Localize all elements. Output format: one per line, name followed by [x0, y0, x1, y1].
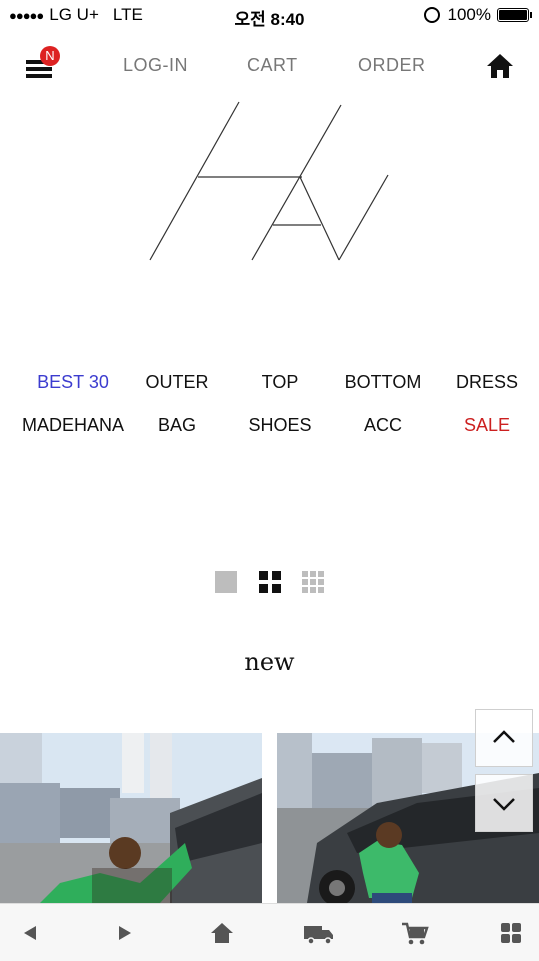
category-bottom[interactable]: BOTTOM [331, 372, 435, 393]
forward-button[interactable] [110, 918, 140, 948]
order-link[interactable]: ORDER [358, 55, 426, 76]
menu-button[interactable]: N [26, 46, 60, 78]
home-button[interactable] [486, 52, 514, 80]
menu-icon-bar [26, 74, 52, 78]
category-acc[interactable]: ACC [331, 415, 435, 436]
back-icon [24, 926, 36, 940]
category-outer[interactable]: OUTER [125, 372, 229, 393]
arrow-down-icon [493, 798, 515, 811]
category-shoes[interactable]: SHOES [228, 415, 332, 436]
battery-percent: 100% [447, 5, 491, 24]
status-right: 100% [423, 5, 532, 25]
product-photo [0, 733, 262, 903]
home-icon [487, 54, 513, 78]
notification-badge: N [40, 46, 60, 66]
status-bar: ●●●●● LG U+ LTE 오전 8:40 100% [0, 0, 539, 30]
apps-button[interactable] [496, 918, 526, 948]
category-best30[interactable]: BEST 30 [21, 372, 125, 393]
grid-2-view-button[interactable] [259, 571, 281, 593]
top-nav: N LOG-IN CART ORDER [0, 40, 539, 90]
alarm-icon [423, 7, 440, 23]
login-link[interactable]: LOG-IN [123, 55, 188, 76]
back-button[interactable] [15, 918, 45, 948]
menu-icon-bar [26, 67, 52, 71]
truck-icon [304, 926, 333, 945]
category-bag[interactable]: BAG [125, 415, 229, 436]
forward-icon [119, 926, 131, 940]
category-sale[interactable]: SALE [435, 415, 539, 436]
arrow-up-icon [493, 730, 515, 743]
apps-icon [501, 923, 521, 943]
grid-2-icon [259, 571, 281, 593]
scroll-down-button[interactable] [475, 774, 533, 832]
grid-3-view-button[interactable] [302, 571, 324, 593]
battery-icon [497, 8, 532, 22]
single-view-button[interactable] [215, 571, 237, 593]
delivery-button[interactable] [303, 918, 333, 948]
cart-link[interactable]: CART [247, 55, 298, 76]
bottom-toolbar [0, 903, 539, 961]
product-image-1[interactable] [0, 733, 262, 903]
scroll-up-button[interactable] [475, 709, 533, 767]
category-dress[interactable]: DRESS [435, 372, 539, 393]
cart-icon [402, 922, 429, 945]
home-icon [211, 923, 233, 943]
section-title-new: new [244, 648, 295, 676]
home-tab-button[interactable] [207, 918, 237, 948]
cart-tab-button[interactable] [400, 918, 430, 948]
category-madehana[interactable]: MADEHANA [21, 415, 125, 436]
single-view-icon [215, 571, 237, 593]
grid-3-icon [302, 571, 324, 593]
brand-logo[interactable] [140, 95, 400, 270]
category-top[interactable]: TOP [228, 372, 332, 393]
